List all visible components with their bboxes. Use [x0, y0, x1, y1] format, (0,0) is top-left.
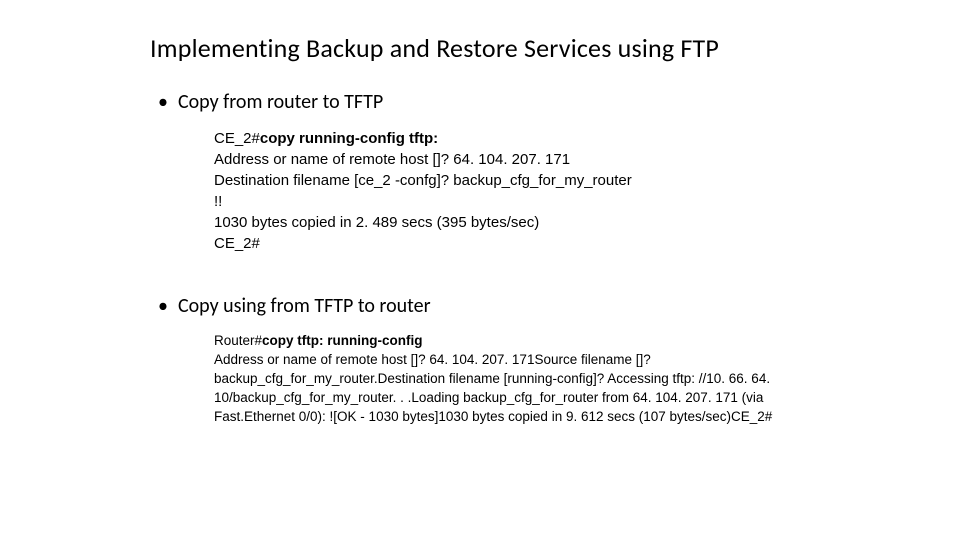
- section2-heading: Copy using from TFTP to router: [158, 294, 810, 318]
- section2-body: Router#copy tftp: running-config Address…: [214, 332, 810, 426]
- command: copy running-config tftp:: [260, 130, 438, 147]
- slide-title: Implementing Backup and Restore Services…: [150, 32, 810, 64]
- command: copy tftp: running-config: [262, 333, 422, 348]
- code-line: !!: [214, 191, 810, 212]
- code-paragraph: Address or name of remote host []? 64. 1…: [214, 351, 810, 427]
- code-line: CE_2#copy running-config tftp:: [214, 128, 810, 149]
- code-line: Destination filename [ce_2 -confg]? back…: [214, 170, 810, 191]
- code-line: Router#copy tftp: running-config: [214, 332, 810, 351]
- code-line: 1030 bytes copied in 2. 489 secs (395 by…: [214, 212, 810, 233]
- section1-heading: Copy from router to TFTP: [158, 90, 810, 114]
- code-line: CE_2#: [214, 233, 810, 254]
- code-line: Address or name of remote host []? 64. 1…: [214, 149, 810, 170]
- slide: Implementing Backup and Restore Services…: [0, 0, 960, 426]
- prompt: CE_2#: [214, 130, 260, 147]
- prompt: Router#: [214, 333, 262, 348]
- section1-body: CE_2#copy running-config tftp: Address o…: [214, 128, 810, 254]
